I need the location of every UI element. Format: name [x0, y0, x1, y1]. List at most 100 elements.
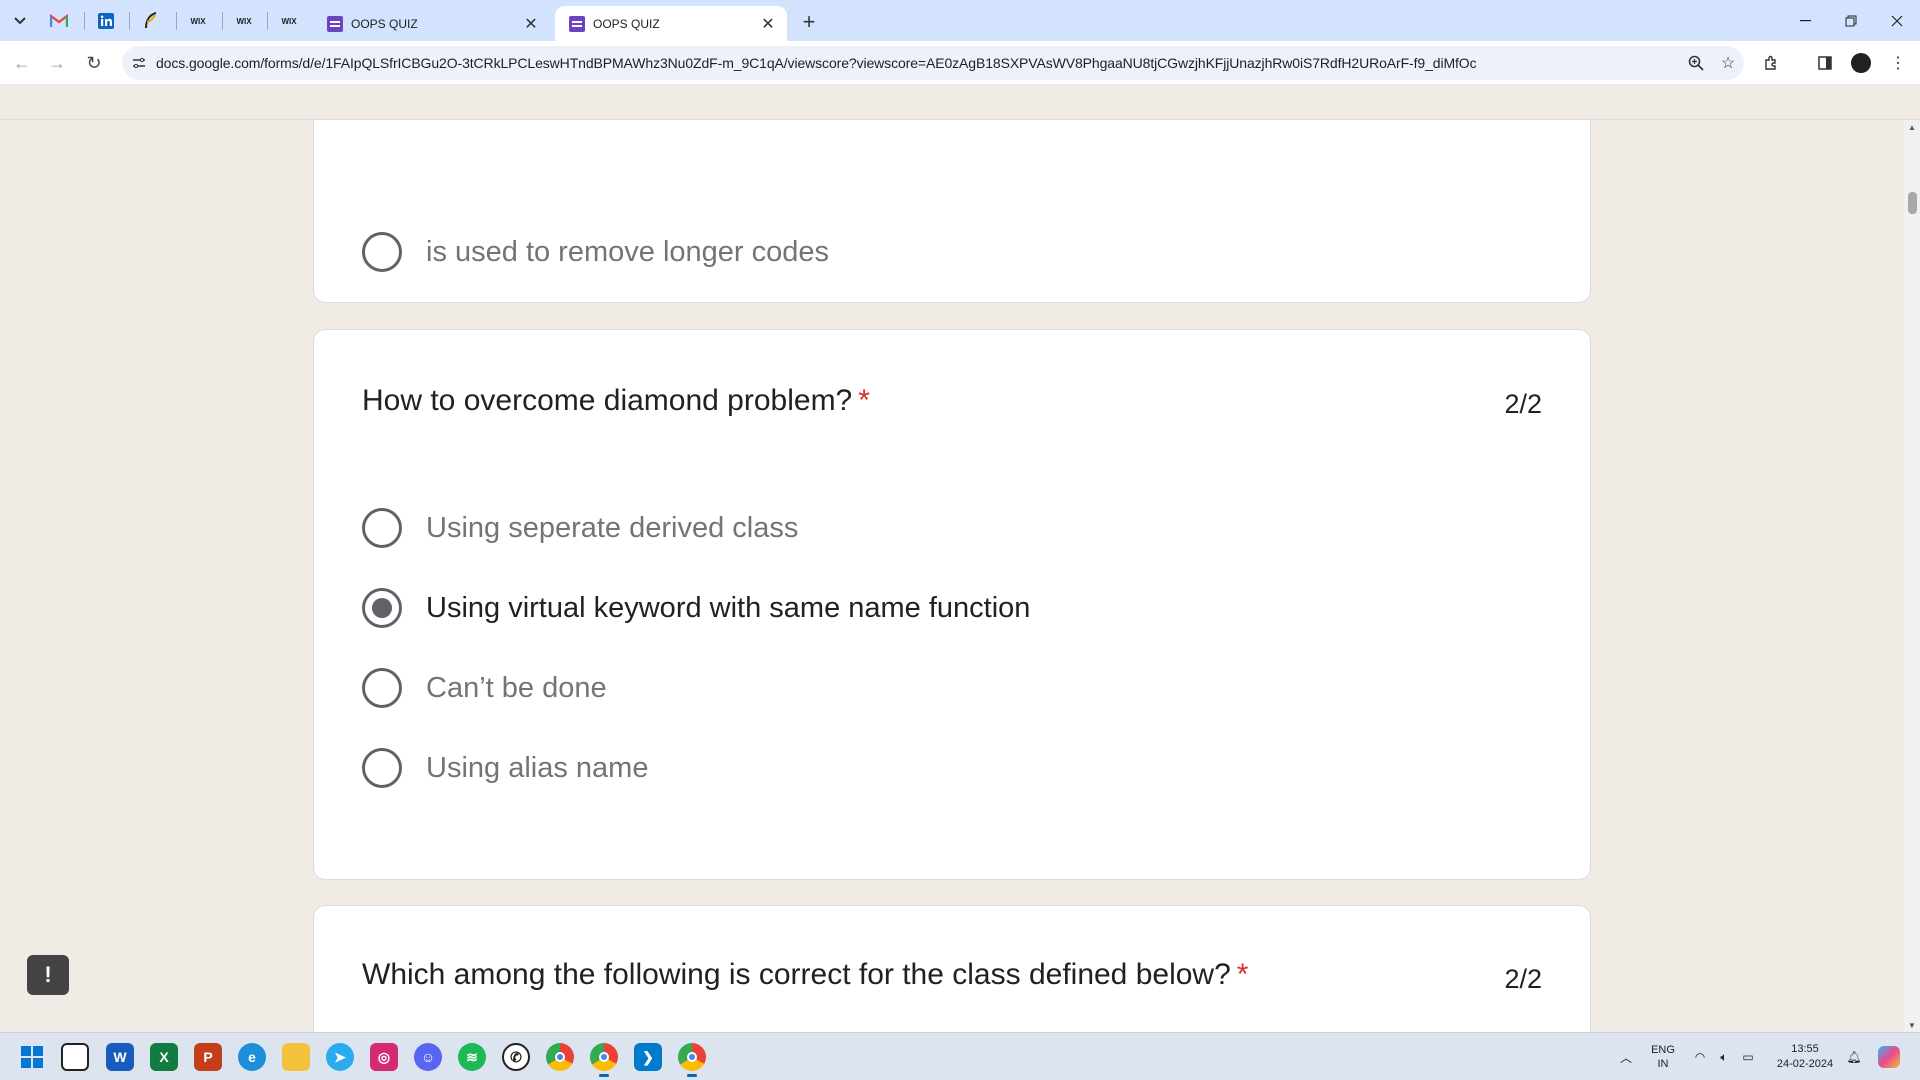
scrollbar-thumb[interactable]: [1908, 192, 1917, 214]
start-button[interactable]: [18, 1043, 46, 1071]
close-tab-icon[interactable]: ✕: [759, 14, 777, 34]
url-text[interactable]: docs.google.com/forms/d/e/1FAIpQLSfrICBG…: [156, 55, 1680, 71]
taskbar-app-explorer-alt[interactable]: [61, 1043, 89, 1071]
taskbar-app-powerpoint[interactable]: P: [194, 1043, 222, 1071]
address-bar[interactable]: docs.google.com/forms/d/e/1FAIpQLSfrICBG…: [122, 46, 1744, 80]
required-asterisk: *: [858, 384, 870, 417]
taskbar-app-instagram[interactable]: ◎: [370, 1043, 398, 1071]
pinned-tab-wix-3[interactable]: WIX: [269, 6, 309, 36]
profile-avatar[interactable]: [1851, 53, 1871, 73]
excel-icon: X: [159, 1049, 169, 1065]
reload-button[interactable]: ↻: [80, 49, 108, 77]
puzzle-icon: [1765, 55, 1776, 70]
wix-icon: WIX: [236, 16, 252, 26]
tab-title: OOPS QUIZ: [351, 16, 418, 31]
option-label: Using virtual keyword with same name fun…: [426, 591, 1031, 624]
discord-icon: ☺: [420, 1049, 436, 1065]
close-window-button[interactable]: [1874, 0, 1920, 41]
telegram-icon: ➤: [334, 1048, 346, 1065]
windows-logo-icon: [21, 1046, 43, 1068]
scroll-down-arrow-icon[interactable]: ▼: [1904, 1018, 1920, 1032]
radio-button[interactable]: [362, 508, 402, 548]
taskbar-app-telegram[interactable]: ➤: [326, 1043, 354, 1071]
option-virtual-keyword[interactable]: Using virtual keyword with same name fun…: [362, 588, 1030, 628]
taskbar-app-chrome-profile[interactable]: [590, 1043, 618, 1077]
option-cant-be-done[interactable]: Can’t be done: [362, 668, 607, 708]
scroll-up-arrow-icon[interactable]: ▲: [1904, 120, 1920, 134]
radio-button-selected[interactable]: [362, 588, 402, 628]
tab-oops-quiz-1[interactable]: OOPS QUIZ ✕: [313, 6, 550, 41]
taskbar-app-excel[interactable]: X: [150, 1043, 178, 1071]
minimize-button[interactable]: [1782, 0, 1828, 41]
language-indicator[interactable]: ENG IN: [1644, 1033, 1682, 1080]
wix-icon: WIX: [190, 16, 206, 26]
chrome-icon: [555, 1052, 565, 1062]
taskbar-app-spotify[interactable]: ≋: [458, 1043, 486, 1071]
chevron-up-icon: ︿: [1619, 1050, 1632, 1065]
word-icon: W: [113, 1049, 127, 1065]
question-score: 2/2: [1504, 389, 1542, 419]
side-panel-button[interactable]: [1811, 49, 1839, 77]
wifi-icon[interactable]: ◠: [1688, 1033, 1712, 1080]
taskbar-app-file-explorer[interactable]: [282, 1043, 310, 1071]
browser-toolbar: ← → ↻ docs.google.com/forms/d/e/1FAIpQLS…: [0, 41, 1920, 84]
taskbar-app-edge[interactable]: e: [238, 1043, 266, 1071]
restore-icon: [1845, 15, 1857, 26]
windows-taskbar: W X P e ➤ ◎ ☺ ≋ ✆ ❯ ︿ ENG IN ◠ 🔈︎ ▭ 13:5…: [0, 1032, 1920, 1080]
tab-search-button[interactable]: [8, 9, 32, 33]
required-asterisk: *: [1236, 958, 1249, 991]
extensions-button[interactable]: [1758, 49, 1786, 77]
zoom-button[interactable]: [1680, 47, 1712, 79]
pinned-tab-gmail[interactable]: [39, 6, 79, 36]
site-info-button[interactable]: [122, 46, 156, 80]
forward-button[interactable]: →: [43, 49, 71, 77]
report-feedback-button[interactable]: !: [27, 955, 69, 995]
battery-icon[interactable]: ▭: [1736, 1033, 1760, 1080]
reload-icon: ↻: [86, 52, 102, 73]
pinned-tab-wix-1[interactable]: WIX: [178, 6, 218, 36]
spotify-icon: ≋: [466, 1048, 478, 1065]
pinned-tab-wix-2[interactable]: WIX: [224, 6, 264, 36]
back-button[interactable]: ←: [8, 49, 36, 77]
google-forms-icon: [569, 15, 585, 32]
taskbar-app-word[interactable]: W: [106, 1043, 134, 1071]
taskbar-app-whatsapp[interactable]: ✆: [502, 1043, 530, 1071]
question-text: How to overcome diamond problem?: [362, 384, 853, 417]
tab-oops-quiz-2[interactable]: OOPS QUIZ ✕: [555, 6, 787, 41]
taskbar-app-chrome-active[interactable]: [678, 1043, 706, 1077]
arrow-left-icon: ←: [13, 52, 31, 73]
vertical-scrollbar[interactable]: ▲ ▼: [1904, 120, 1920, 1032]
radio-button[interactable]: [362, 748, 402, 788]
new-tab-button[interactable]: +: [795, 8, 823, 36]
more-vertical-icon: ⋮: [1890, 55, 1906, 72]
copilot-icon[interactable]: [1874, 1033, 1904, 1080]
taskbar-app-chrome[interactable]: [546, 1043, 574, 1071]
bookmark-button[interactable]: ☆: [1712, 47, 1744, 79]
pinned-tab-linkedin[interactable]: [86, 6, 126, 36]
option-remove-longer-codes[interactable]: is used to remove longer codes: [362, 232, 829, 272]
side-panel-icon: [1818, 56, 1832, 70]
option-label: is used to remove longer codes: [426, 235, 829, 268]
radio-button[interactable]: [362, 232, 402, 272]
page-viewport: is used to remove longer codes How to ov…: [0, 120, 1904, 1032]
notification-bell-icon[interactable]: 🔔︎: [1842, 1033, 1866, 1080]
question-title: Which among the following is correct for…: [362, 958, 1248, 992]
pinned-tab-site[interactable]: [131, 6, 171, 36]
vscode-icon: ❯: [642, 1048, 654, 1065]
plus-icon: +: [802, 9, 816, 34]
volume-icon[interactable]: 🔈︎: [1712, 1033, 1736, 1080]
tab-separator: [129, 12, 130, 30]
close-tab-icon[interactable]: ✕: [522, 14, 540, 34]
system-clock[interactable]: 13:55 24-02-2024: [1770, 1033, 1840, 1080]
tab-title: OOPS QUIZ: [593, 16, 660, 31]
option-alias-name[interactable]: Using alias name: [362, 748, 648, 788]
show-hidden-icons-button[interactable]: ︿: [1614, 1033, 1638, 1080]
tab-strip: WIX WIX WIX OOPS QUIZ ✕ OOPS QUIZ ✕ +: [0, 0, 1920, 41]
radio-button[interactable]: [362, 668, 402, 708]
menu-button[interactable]: ⋮: [1884, 49, 1912, 77]
restore-button[interactable]: [1828, 0, 1874, 41]
option-label: Using seperate derived class: [426, 511, 799, 544]
taskbar-app-vscode[interactable]: ❯: [634, 1043, 662, 1071]
option-separate-derived-class[interactable]: Using seperate derived class: [362, 508, 798, 548]
taskbar-app-discord[interactable]: ☺: [414, 1043, 442, 1071]
